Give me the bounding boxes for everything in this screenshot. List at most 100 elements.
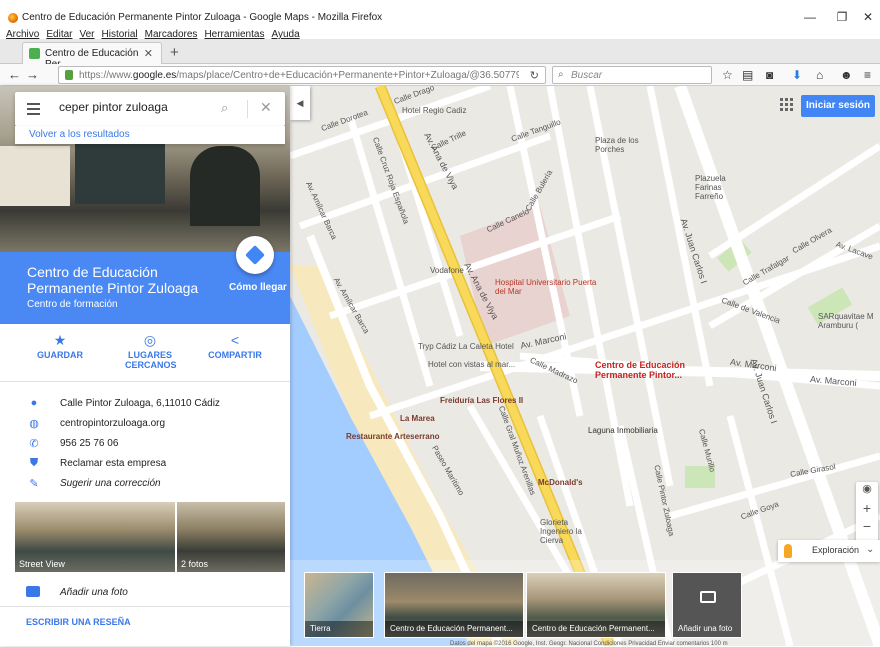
hero-door bbox=[190, 146, 260, 226]
menu-hamburger-icon[interactable]: ≡ bbox=[864, 68, 871, 82]
thumb-caption: Añadir una foto bbox=[678, 624, 733, 633]
share-icon: < bbox=[230, 332, 240, 348]
back-to-results[interactable]: Volver a los resultados bbox=[15, 126, 285, 144]
zoom-controls: ◉ + − bbox=[856, 482, 878, 542]
thumb-photo-1[interactable]: Centro de Educación Permanent... bbox=[384, 572, 524, 638]
website-text: centropintorzuloaga.org bbox=[60, 418, 166, 429]
info-suggest-edit[interactable]: ✎ Sugerir una corrección bbox=[0, 474, 290, 496]
thumb-add-photo[interactable]: Añadir una foto bbox=[672, 572, 742, 638]
map-label-mcdonalds: McDonald's bbox=[538, 478, 583, 487]
my-location-icon[interactable]: ◉ bbox=[856, 482, 878, 495]
divider bbox=[0, 606, 290, 607]
forward-arrow-icon[interactable]: → bbox=[26, 67, 39, 82]
thumb-caption: Centro de Educación Permanent... bbox=[385, 621, 523, 637]
maps-favicon-icon bbox=[29, 48, 40, 59]
info-phone[interactable]: ✆ 956 25 76 06 bbox=[0, 434, 290, 456]
photo-strip: Tierra Centro de Educación Permanent... … bbox=[290, 560, 880, 646]
tab-close-icon[interactable]: ✕ bbox=[144, 47, 153, 60]
suggest-edit-text: Sugerir una corrección bbox=[60, 478, 161, 489]
claim-text: Reclamar esta empresa bbox=[60, 458, 167, 469]
sign-in-button[interactable]: Iniciar sesión bbox=[801, 95, 875, 117]
window-titlebar: Centro de Educación Permanente Pintor Zu… bbox=[0, 0, 880, 26]
minimize-button[interactable]: — bbox=[796, 10, 824, 24]
chevron-down-icon[interactable]: ⌄ bbox=[866, 544, 874, 555]
bookmarks-library-icon[interactable]: ▤ bbox=[742, 68, 753, 82]
search-input[interactable] bbox=[59, 100, 209, 114]
bookmark-star-icon[interactable]: ☆ bbox=[722, 68, 733, 82]
map-label-tryp-hotel: Tryp Cádiz La Caleta Hotel bbox=[418, 342, 514, 351]
window-title: Centro de Educación Permanente Pintor Zu… bbox=[22, 12, 383, 23]
search-icon[interactable]: ⌕ bbox=[221, 100, 228, 116]
map-label-freiduria: Freiduría Las Flores II bbox=[440, 396, 524, 405]
camera-icon bbox=[700, 591, 716, 603]
map-label-laguna: Laguna Inmobiliaria bbox=[588, 426, 658, 435]
thumb-earth[interactable]: Tierra bbox=[304, 572, 374, 638]
map-footer: Datos del mapa ©2016 Google, Inst. Geogr… bbox=[450, 641, 728, 647]
navigation-bar: ← → https://www.google.es/maps/place/Cen… bbox=[0, 64, 880, 86]
divider bbox=[0, 381, 290, 382]
url-bar[interactable]: https://www.google.es/maps/place/Centro+… bbox=[58, 66, 546, 84]
firefox-icon bbox=[8, 13, 18, 23]
place-name: Centro de Educación Permanente Pintor Zu… bbox=[27, 264, 199, 296]
info-claim[interactable]: ⛊ Reclamar esta empresa bbox=[0, 454, 290, 476]
directions-button[interactable] bbox=[236, 236, 274, 274]
address-text: Calle Pintor Zuloaga, 6,11010 Cádiz bbox=[60, 398, 220, 409]
photos-gallery[interactable]: 2 fotos bbox=[177, 502, 285, 572]
menu-bar: Archivo Editar Ver Historial Marcadores Herra… bbox=[0, 26, 880, 40]
street-view-photo[interactable]: Street View bbox=[15, 502, 175, 572]
phone-icon: ✆ bbox=[29, 438, 39, 450]
explore-bar[interactable]: Exploración ⌄ bbox=[778, 540, 880, 562]
url-text: https://www.google.es/maps/place/Centro+… bbox=[79, 70, 519, 81]
thumb-caption: Centro de Educación Permanent... bbox=[527, 621, 665, 637]
place-type[interactable]: Centro de formación bbox=[27, 299, 118, 310]
directions-label[interactable]: Cómo llegar bbox=[229, 282, 287, 293]
info-website[interactable]: ◍ centropintorzuloaga.org bbox=[0, 414, 290, 436]
pencil-icon: ✎ bbox=[29, 478, 39, 490]
new-tab-button[interactable]: + bbox=[170, 44, 179, 61]
star-icon: ★ bbox=[53, 332, 67, 348]
map-label-hospital: Hospital Universitario Puerta del Mar bbox=[495, 278, 597, 296]
globe-icon: ◍ bbox=[29, 418, 39, 430]
info-address[interactable]: ● Calle Pintor Zuloaga, 6,11010 Cádiz bbox=[0, 394, 290, 416]
tab-google-maps[interactable]: Centro de Educación Per... ✕ bbox=[22, 42, 162, 70]
pegman-icon[interactable] bbox=[784, 544, 792, 558]
close-window-button[interactable]: ✕ bbox=[854, 10, 880, 24]
divider bbox=[247, 100, 248, 118]
maximize-button[interactable]: ❐ bbox=[828, 10, 856, 24]
download-icon[interactable]: ⬇ bbox=[792, 68, 802, 82]
account-icon[interactable]: ☻ bbox=[840, 68, 853, 82]
hamburger-menu-icon[interactable] bbox=[27, 103, 40, 118]
nearby-label: LUGARES CERCANOS bbox=[125, 350, 177, 370]
thumb-photo-2[interactable]: Centro de Educación Permanent... bbox=[526, 572, 666, 638]
zoom-in-button[interactable]: + bbox=[856, 500, 878, 516]
shield-check-icon: ⛊ bbox=[29, 457, 39, 469]
lock-icon bbox=[65, 70, 73, 80]
save-label: GUARDAR bbox=[37, 350, 83, 360]
search-icon: ⌕ bbox=[558, 69, 564, 80]
map-label-glorieta: Glorieta Ingeniero la Cierva bbox=[540, 518, 582, 545]
home-icon[interactable]: ⌂ bbox=[816, 68, 823, 82]
tab-bar: Centro de Educación Per... ✕ bbox=[0, 39, 880, 70]
clear-search-icon[interactable]: ✕ bbox=[260, 99, 272, 116]
map-label-tryp-subtitle: Hotel con vistas al mar... bbox=[428, 360, 516, 369]
explore-label: Exploración bbox=[812, 545, 860, 555]
share-label: COMPARTIR bbox=[208, 350, 262, 360]
save-button[interactable]: ★ GUARDAR bbox=[20, 332, 100, 360]
back-to-results-link[interactable]: Volver a los resultados bbox=[29, 129, 130, 140]
browser-search-input[interactable]: ⌕ Buscar bbox=[552, 66, 712, 84]
nearby-icon: ◎ bbox=[143, 332, 157, 348]
reload-icon[interactable]: ↻ bbox=[530, 69, 539, 82]
thumb-caption: Tierra bbox=[305, 621, 373, 637]
phone-text: 956 25 76 06 bbox=[60, 438, 119, 449]
zoom-out-button[interactable]: − bbox=[856, 518, 878, 534]
write-review-button[interactable]: ESCRIBIR UNA RESEÑA bbox=[26, 617, 131, 627]
photos-count: 2 fotos bbox=[181, 559, 209, 569]
back-arrow-icon[interactable]: ← bbox=[8, 67, 21, 82]
apps-grid-icon[interactable] bbox=[780, 98, 794, 112]
nearby-button[interactable]: ◎ LUGARES CERCANOS bbox=[110, 332, 190, 370]
map-label-vodafone: Vodafone bbox=[430, 266, 464, 275]
collapse-panel-button[interactable]: ◀ bbox=[290, 86, 310, 120]
directions-icon bbox=[245, 245, 265, 265]
share-button[interactable]: < COMPARTIR bbox=[195, 332, 275, 360]
pocket-icon[interactable]: ◙ bbox=[766, 68, 773, 82]
